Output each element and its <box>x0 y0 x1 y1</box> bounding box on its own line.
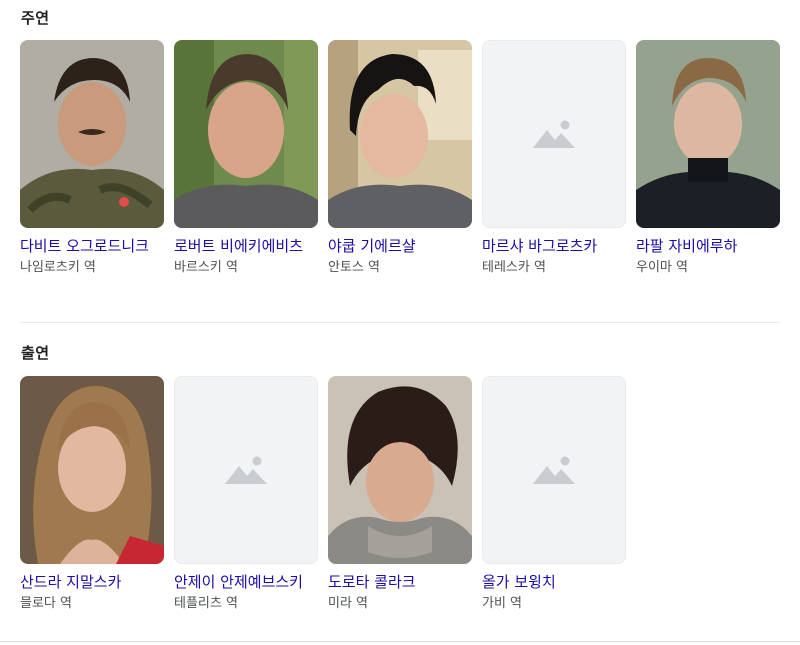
actor-photo[interactable] <box>174 40 318 228</box>
section-title: 주연 <box>21 9 50 27</box>
actor-role: 믈로다 역 <box>20 596 72 611</box>
actor-name[interactable]: 도로타 콜라크 <box>328 572 472 592</box>
actor-name[interactable]: 다비트 오그로드니크 <box>20 236 164 256</box>
image-placeholder[interactable] <box>482 376 626 564</box>
actor-role: 나임로츠키 역 <box>20 260 96 275</box>
section-divider <box>20 322 780 323</box>
actor-name[interactable]: 안제이 안제예브스키 <box>174 572 318 592</box>
actor-name[interactable]: 라팔 자비에루하 <box>636 236 780 256</box>
actor-role: 가비 역 <box>482 596 523 611</box>
actor-role: 미라 역 <box>328 596 369 611</box>
actor-photo[interactable] <box>20 376 164 564</box>
cast-card[interactable]: 야쿱 기에르샬 안토스 역 <box>328 40 472 277</box>
cast-card[interactable]: 라팔 자비에루하 우이마 역 <box>636 40 780 277</box>
actor-name[interactable]: 산드라 지말스카 <box>20 572 164 592</box>
image-placeholder-icon <box>533 456 575 484</box>
actor-role: 테플리츠 역 <box>174 596 238 611</box>
image-placeholder-icon <box>533 120 575 148</box>
cast-card[interactable]: 다비트 오그로드니크 나임로츠키 역 <box>20 40 164 277</box>
bottom-border <box>0 641 800 642</box>
cast-card[interactable]: 산드라 지말스카 믈로다 역 <box>20 376 164 613</box>
actor-role: 테레스카 역 <box>482 260 546 275</box>
actor-role: 바르스키 역 <box>174 260 238 275</box>
actor-name[interactable]: 로버트 비에키에비츠 <box>174 236 318 256</box>
image-placeholder-icon <box>225 456 267 484</box>
actor-name[interactable]: 마르샤 바그로츠카 <box>482 236 626 256</box>
actor-photo[interactable] <box>636 40 780 228</box>
actor-photo[interactable] <box>20 40 164 228</box>
cast-card[interactable]: 마르샤 바그로츠카 테레스카 역 <box>482 40 626 277</box>
actor-role: 우이마 역 <box>636 260 688 275</box>
image-placeholder[interactable] <box>482 40 626 228</box>
actor-photo[interactable] <box>328 40 472 228</box>
actor-name[interactable]: 올가 보윙치 <box>482 572 626 592</box>
cast-card[interactable]: 도로타 콜라크 미라 역 <box>328 376 472 613</box>
actor-name[interactable]: 야쿱 기에르샬 <box>328 236 472 256</box>
actor-role: 안토스 역 <box>328 260 380 275</box>
section-title: 출연 <box>21 344 50 362</box>
cast-card[interactable]: 올가 보윙치 가비 역 <box>482 376 626 613</box>
image-placeholder[interactable] <box>174 376 318 564</box>
actor-photo[interactable] <box>328 376 472 564</box>
cast-card[interactable]: 로버트 비에키에비츠 바르스키 역 <box>174 40 318 277</box>
cast-card[interactable]: 안제이 안제예브스키 테플리츠 역 <box>174 376 318 613</box>
